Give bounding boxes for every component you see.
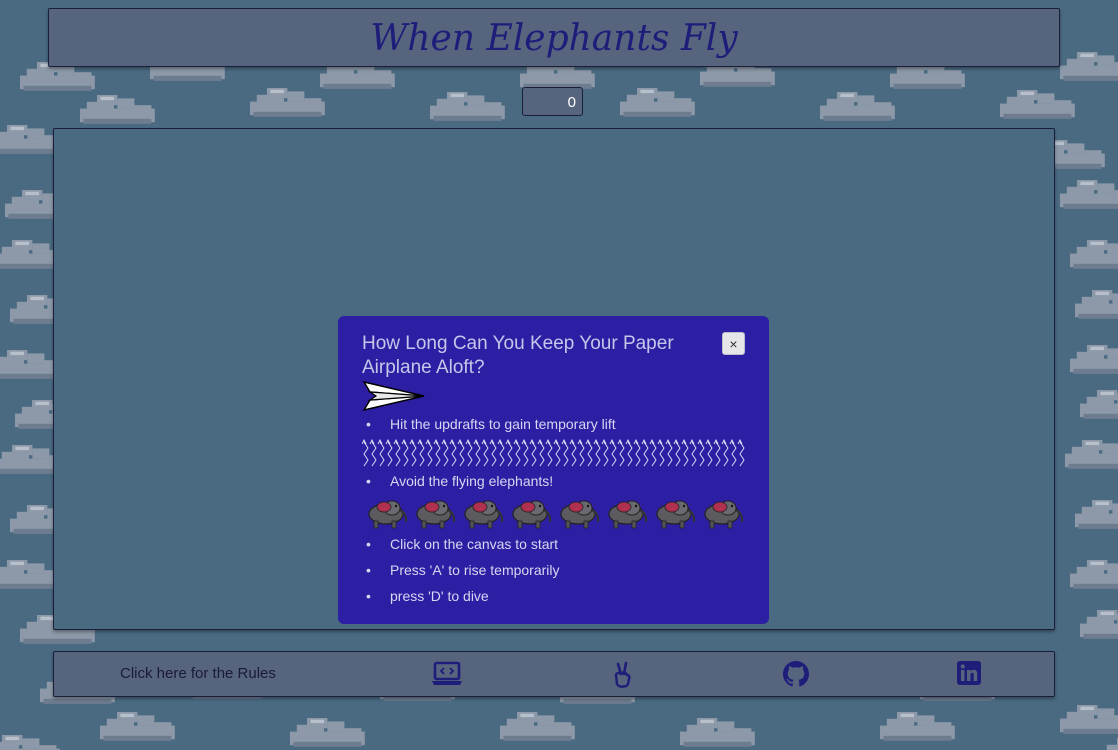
cloud-icon	[1075, 290, 1118, 319]
cloud-icon	[1060, 52, 1118, 81]
cloud-icon	[1070, 560, 1118, 589]
rules-modal: How Long Can You Keep Your Paper Airplan…	[338, 316, 769, 624]
elephant-icon	[464, 500, 504, 529]
cloud-icon	[1106, 738, 1118, 750]
cloud-icon	[1065, 440, 1118, 469]
rule-text: Hit the updrafts to gain temporary lift	[390, 416, 616, 432]
rule-item-updrafts: • Hit the updrafts to gain temporary lift	[366, 416, 616, 432]
elephant-icon	[704, 500, 744, 529]
elephant-icon	[416, 500, 456, 529]
cloud-icon	[430, 92, 505, 121]
rule-text: Avoid the flying elephants!	[390, 473, 554, 489]
cloud-icon	[0, 735, 60, 750]
close-button[interactable]: ×	[722, 332, 745, 355]
cloud-icon	[820, 92, 895, 121]
rule-item-click: • Click on the canvas to start	[366, 536, 559, 552]
elephant-icon	[656, 500, 696, 529]
cloud-icon	[1000, 90, 1075, 119]
cloud-icon	[1070, 240, 1118, 269]
rule-item-dive: • press 'D' to dive	[366, 588, 489, 604]
linkedin-icon[interactable]	[957, 661, 981, 685]
peace-sign-icon[interactable]	[611, 661, 635, 689]
rule-text: Click on the canvas to start	[390, 536, 559, 552]
cloud-icon	[290, 718, 365, 747]
cloud-icon	[100, 712, 175, 741]
cloud-icon	[620, 88, 695, 117]
cloud-icon	[1075, 500, 1118, 529]
rules-link[interactable]: Click here for the Rules	[120, 665, 276, 682]
cloud-icon	[680, 718, 755, 747]
elephant-icon	[368, 500, 408, 529]
footer-bar: Click here for the Rules	[53, 651, 1055, 697]
cloud-icon	[1070, 345, 1118, 374]
cloud-icon	[250, 88, 325, 117]
github-icon[interactable]	[783, 661, 809, 687]
cloud-icon	[500, 712, 575, 741]
title-bar: When Elephants Fly	[48, 8, 1060, 67]
rule-item-rise: • Press 'A' to rise temporarily	[366, 562, 560, 578]
rule-text: press 'D' to dive	[390, 588, 489, 604]
cloud-icon	[1060, 180, 1118, 209]
cloud-icon	[1060, 705, 1118, 734]
cloud-icon	[1080, 390, 1118, 419]
updrafts-strip-icon	[362, 438, 745, 467]
elephant-icon	[608, 500, 648, 529]
flying-elephants-strip-icon	[368, 500, 744, 529]
cloud-icon	[80, 95, 155, 124]
score-display: 0	[522, 87, 583, 116]
elephant-icon	[512, 500, 552, 529]
rule-item-elephants: • Avoid the flying elephants!	[366, 473, 554, 489]
cloud-icon	[880, 712, 955, 741]
elephant-icon	[560, 500, 600, 529]
paper-airplane-icon	[362, 380, 425, 412]
modal-title: How Long Can You Keep Your Paper Airplan…	[362, 333, 674, 378]
portfolio-laptop-icon[interactable]	[431, 661, 463, 687]
cloud-icon	[1080, 610, 1118, 639]
rule-text: Press 'A' to rise temporarily	[390, 562, 560, 578]
page-title: When Elephants Fly	[370, 18, 738, 59]
